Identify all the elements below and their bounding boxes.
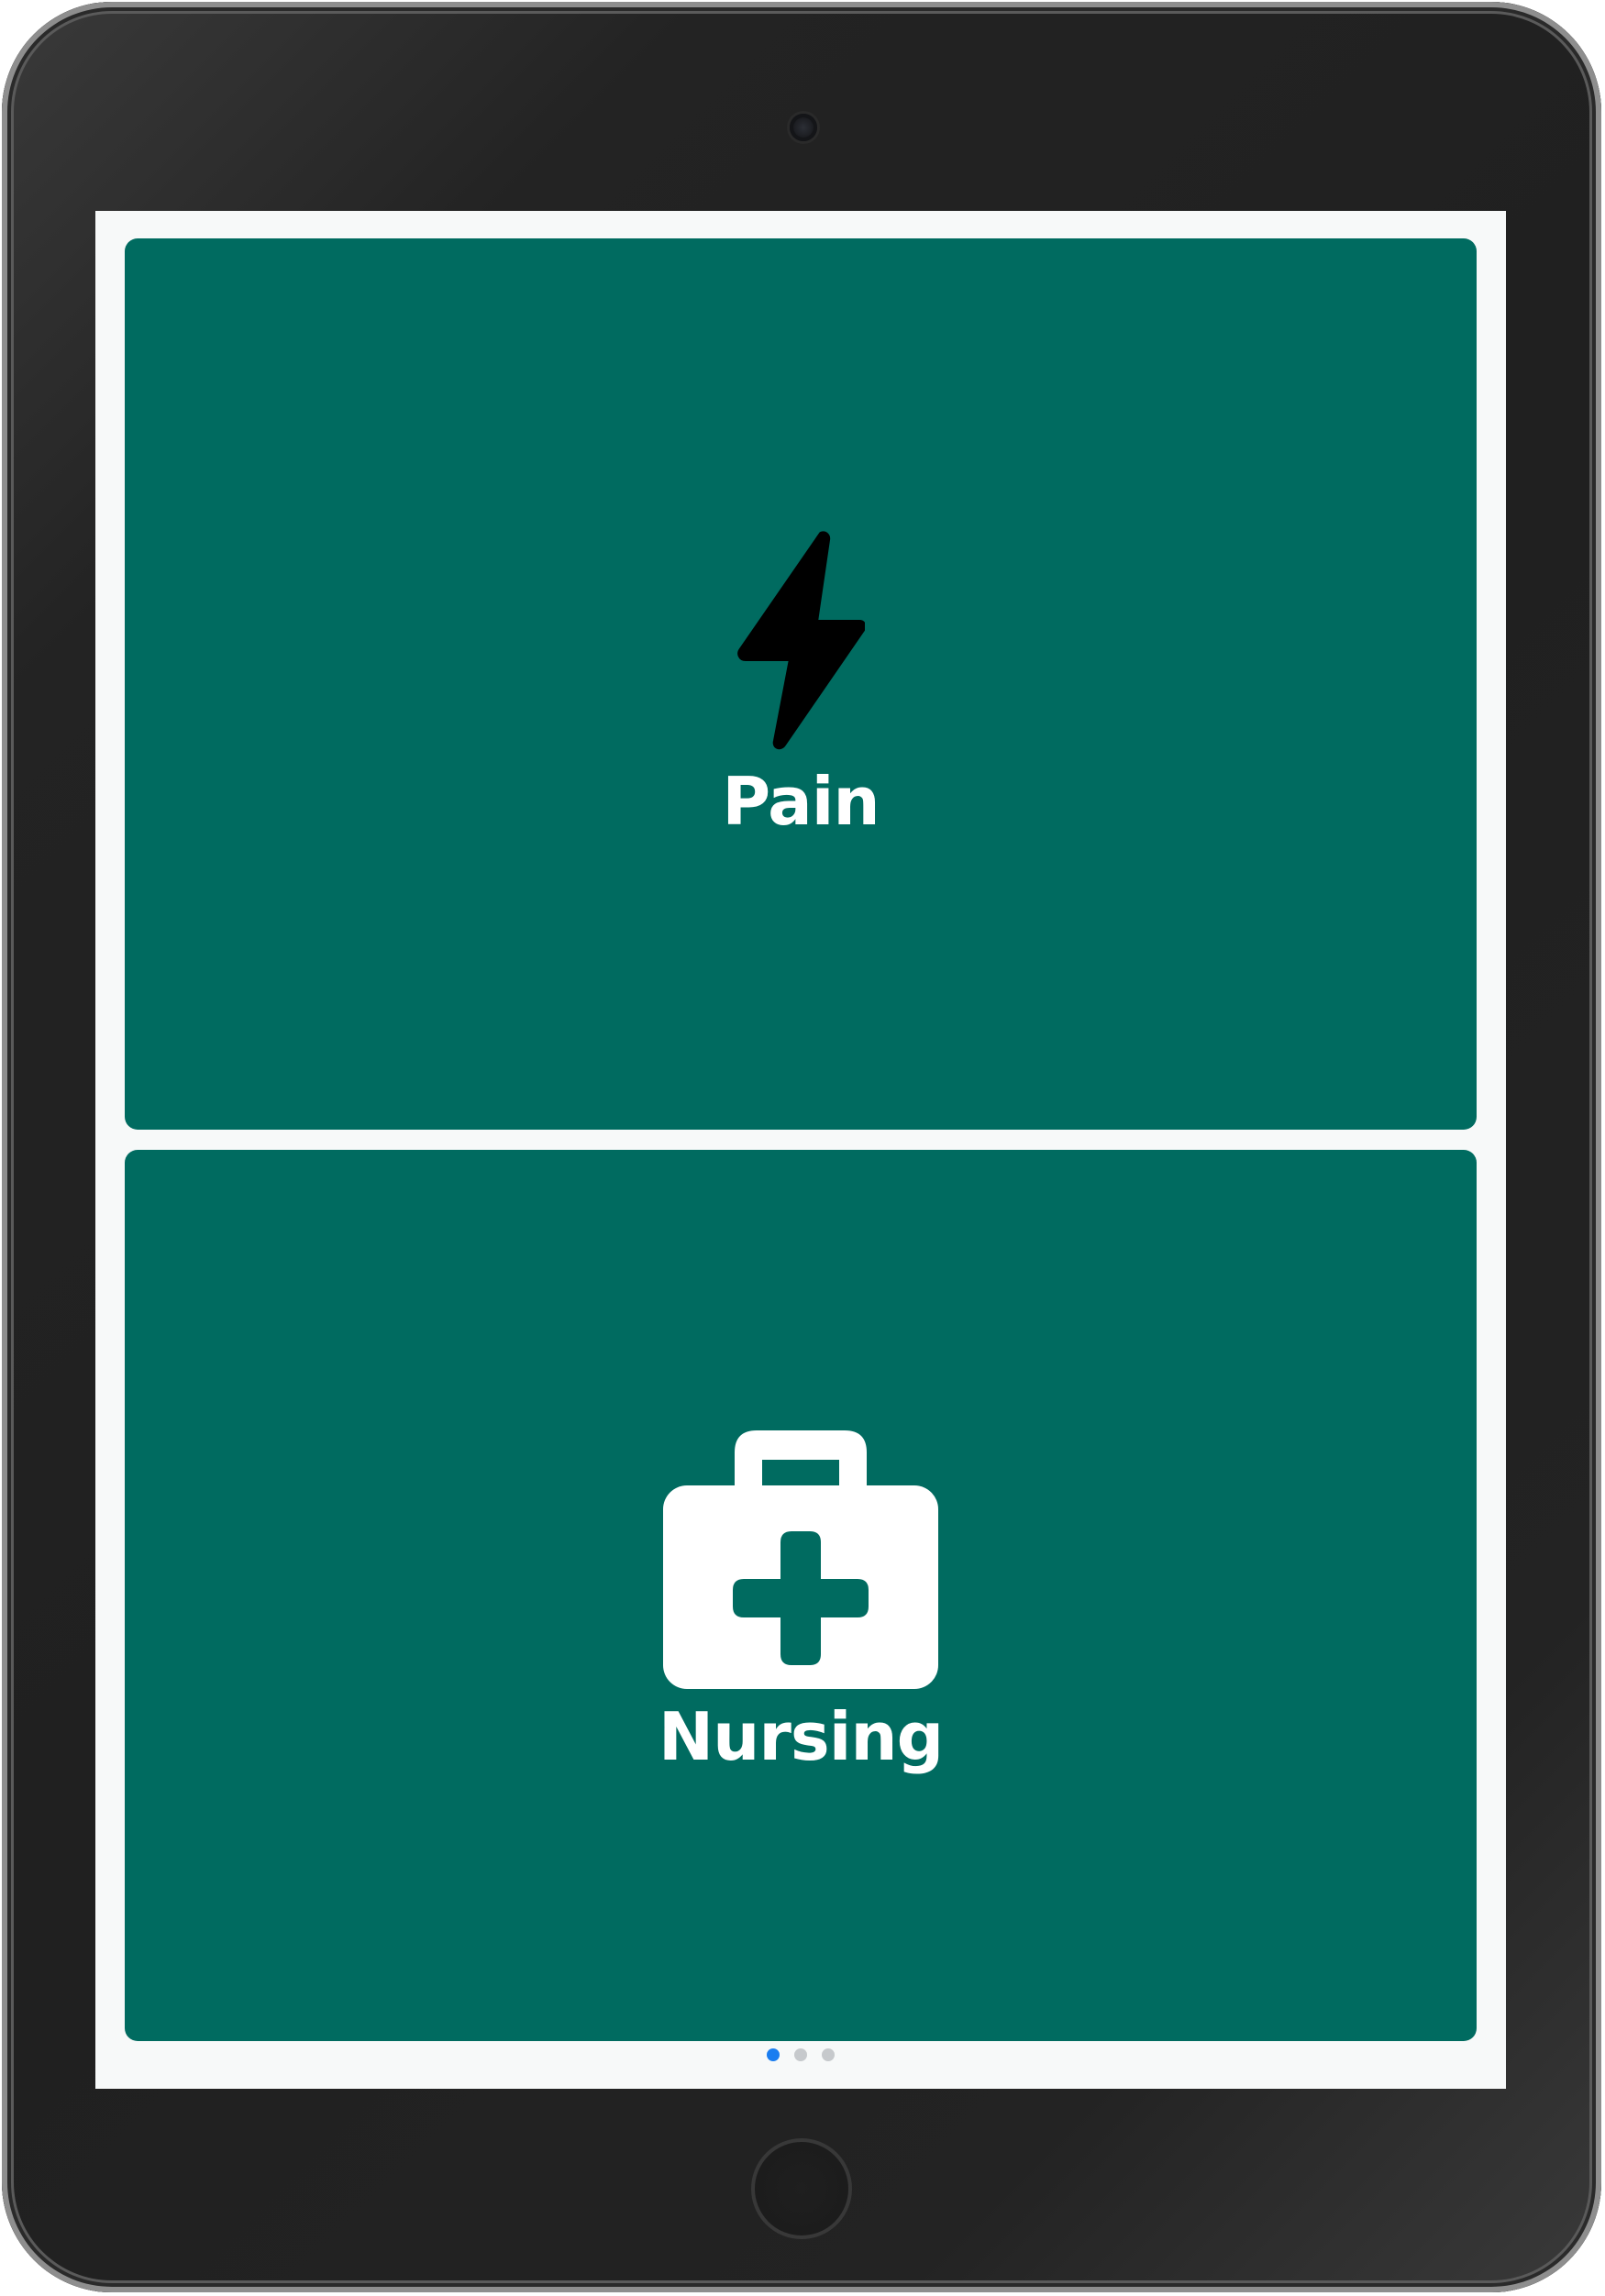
medical-kit-icon <box>125 1414 1477 1689</box>
page-dot-3[interactable] <box>822 2048 835 2061</box>
page-indicator <box>95 2048 1506 2061</box>
tablet-frame: Pain Nursing <box>2 2 1601 2292</box>
home-button[interactable] <box>751 2138 852 2239</box>
front-camera <box>790 114 817 141</box>
tile-pain-label: Pain <box>722 763 880 840</box>
lightning-bolt-icon <box>125 530 1477 750</box>
tile-pain-content: Pain <box>125 530 1477 834</box>
page-dot-1[interactable] <box>767 2048 780 2061</box>
page-dot-2[interactable] <box>794 2048 807 2061</box>
tile-nursing[interactable]: Nursing <box>125 1150 1477 2041</box>
tile-pain[interactable]: Pain <box>125 238 1477 1130</box>
app-screen: Pain Nursing <box>95 211 1506 2089</box>
tile-nursing-content: Nursing <box>125 1414 1477 1770</box>
tile-nursing-label: Nursing <box>658 1698 944 1775</box>
